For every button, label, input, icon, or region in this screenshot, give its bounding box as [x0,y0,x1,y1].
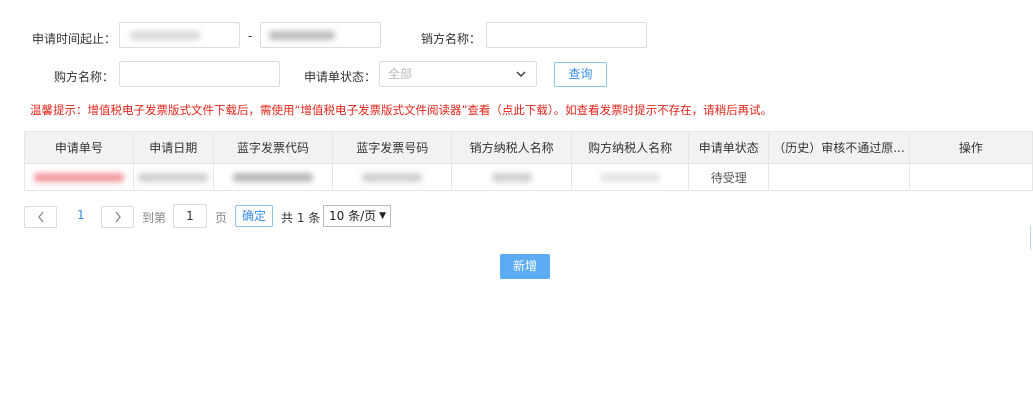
application-table: 申请单号 申请日期 蓝字发票代码 蓝字发票号码 销方纳税人名称 购方纳税人名称 … [24,131,1033,191]
buyer-name-label: 购方名称： [54,70,115,84]
page-size-select[interactable]: 10 条/页 ▼ [323,205,391,227]
cell-actions [908,163,1033,191]
end-date-value [269,31,335,40]
query-button[interactable]: 查询 [554,62,607,87]
table-row[interactable]: 待受理 [24,163,1033,191]
chevron-down-icon [516,62,526,95]
header-blue-invoice-code: 蓝字发票代码 [212,131,334,164]
status-selected-value: 全部 [388,67,413,81]
caret-down-icon: ▼ [379,211,386,221]
table-header-row: 申请单号 申请日期 蓝字发票代码 蓝字发票号码 销方纳税人名称 购方纳税人名称 … [24,131,1033,164]
download-warning-text: 温馨提示：增值税电子发票版式文件下载后，需使用“增值税电子发票版式文件阅读器”查… [30,103,773,117]
cell-blue-invoice-code [212,163,334,191]
header-actions: 操作 [908,131,1033,164]
status-select[interactable]: 全部 [379,61,537,87]
end-date-input[interactable] [260,22,381,48]
total-count: 共 1 条 [281,211,321,225]
cell-blue-invoice-number [332,163,453,191]
header-application-no: 申请单号 [24,131,134,164]
seller-name-input[interactable] [486,22,647,48]
chevron-right-icon [114,211,121,223]
chevron-left-icon [37,211,44,223]
start-date-input[interactable] [119,22,240,48]
header-application-status: 申请单状态 [688,131,770,164]
date-separator: - [248,29,253,43]
prev-page-button[interactable] [24,206,57,228]
goto-page-input[interactable]: 1 [173,204,207,228]
cell-rejection-reason [768,163,910,191]
cell-application-no[interactable] [24,163,134,191]
add-button[interactable]: 新增 [500,254,550,279]
status-label: 申请单状态： [304,70,377,84]
seller-name-label: 销方名称： [421,32,482,46]
header-buyer-taxpayer-name: 购方纳税人名称 [570,131,690,164]
cell-application-date [132,163,214,191]
apply-time-label: 申请时间起止： [32,32,117,46]
header-application-date: 申请日期 [132,131,214,164]
cell-seller-taxpayer-name [451,163,572,191]
page-size-value: 10 条/页 [329,209,377,223]
start-date-value [130,31,200,40]
goto-label: 到第 [142,211,167,225]
cell-application-status: 待受理 [688,163,770,191]
cell-buyer-taxpayer-name [570,163,690,191]
header-seller-taxpayer-name: 销方纳税人名称 [451,131,572,164]
page-unit-label: 页 [215,211,228,225]
goto-confirm-button[interactable]: 确定 [235,205,273,227]
current-page-number[interactable]: 1 [77,208,85,222]
header-blue-invoice-number: 蓝字发票号码 [332,131,453,164]
buyer-name-input[interactable] [119,61,280,87]
next-page-button[interactable] [101,206,134,228]
header-rejection-reason: （历史）审核不通过原... [768,131,910,164]
